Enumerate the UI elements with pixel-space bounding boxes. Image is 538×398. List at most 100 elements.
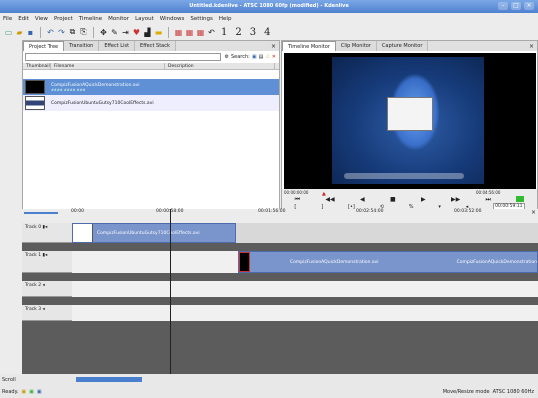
- clip-label-repeat: CompizFusionAQuickDemonstration: [456, 259, 537, 265]
- playhead-line[interactable]: [170, 209, 171, 374]
- desktop-window: [387, 97, 433, 131]
- tab-clip-monitor[interactable]: Clip Monitor: [335, 41, 377, 51]
- clip-label: CompizFusionUbuntuGutsy710CoolEffects.av…: [97, 230, 200, 236]
- edit-clip-icon[interactable]: ▤: [259, 54, 264, 60]
- track-header[interactable]: Track 3 ◂: [22, 305, 72, 321]
- column-headers: Thumbnail Filename Description: [23, 63, 279, 70]
- move-tool-icon[interactable]: ✥: [99, 27, 108, 37]
- monitor-view[interactable]: [284, 53, 536, 190]
- razor-tool-icon[interactable]: ✎: [110, 27, 119, 37]
- tab-project-tree[interactable]: Project Tree: [23, 41, 65, 51]
- scroll-label: Scroll: [2, 376, 16, 383]
- clip-name: CompizFusionUbuntuGutsy710CoolEffects.av…: [51, 100, 154, 106]
- close-timeline-icon[interactable]: ×: [531, 209, 536, 216]
- copy-icon[interactable]: ⧉: [68, 27, 77, 37]
- track-header[interactable]: Track 0 ▮◂: [22, 223, 72, 243]
- window-title: Untitled.kdenlive - ATSC 1080 60fp (modi…: [0, 0, 538, 13]
- layout-1-button[interactable]: 1: [221, 27, 227, 38]
- split-audio-icon[interactable]: ▟: [143, 27, 152, 37]
- close-monitor-icon[interactable]: ×: [529, 43, 534, 50]
- menu-view[interactable]: View: [35, 16, 48, 22]
- monitor-tabs: Timeline Monitor Clip Monitor Capture Mo…: [282, 41, 537, 51]
- minimize-button[interactable]: –: [498, 2, 508, 10]
- track-label: Track 0: [25, 225, 42, 230]
- timeline-tracks: Track 0 ▮◂ CompizFusionUbuntuGutsy710Coo…: [22, 209, 538, 374]
- layout-4-button[interactable]: 4: [264, 27, 270, 38]
- add-clip-icon[interactable]: ▣: [252, 54, 257, 60]
- layout-icon[interactable]: ▦: [174, 27, 183, 37]
- list-item[interactable]: CompizFusionUbuntuGutsy710CoolEffects.av…: [23, 95, 279, 111]
- status-icon-1[interactable]: ▣: [21, 389, 26, 395]
- menu-windows[interactable]: Windows: [160, 16, 185, 22]
- track-label: Track 2: [25, 283, 42, 288]
- timeline-clip[interactable]: CompizFusionUbuntuGutsy710CoolEffects.av…: [72, 223, 236, 243]
- status-bar: Ready. ▣ ▣ ▣ Move/Resize mode ATSC 1080 …: [0, 385, 538, 398]
- undo-icon[interactable]: ↶: [46, 27, 55, 37]
- zoom-slider[interactable]: [24, 212, 58, 214]
- tab-timeline-monitor[interactable]: Timeline Monitor: [282, 41, 336, 51]
- track-label: Track 1: [25, 253, 42, 258]
- menu-timeline[interactable]: Timeline: [79, 16, 102, 22]
- menu-settings[interactable]: Settings: [190, 16, 213, 22]
- layout-3-button[interactable]: 3: [250, 27, 256, 38]
- track-0: Track 0 ▮◂ CompizFusionUbuntuGutsy710Coo…: [22, 223, 538, 243]
- layout-icon-2[interactable]: ▦: [185, 27, 194, 37]
- track-header[interactable]: Track 1 ▮◂: [22, 251, 72, 273]
- redo-icon[interactable]: ↷: [57, 27, 66, 37]
- status-icon-2[interactable]: ▣: [29, 389, 34, 395]
- zoom-icon[interactable]: ↶: [207, 27, 216, 37]
- status-icon-3[interactable]: ▣: [37, 389, 42, 395]
- save-icon[interactable]: ▪: [26, 27, 35, 37]
- timeline-scroll[interactable]: Scroll: [0, 374, 538, 385]
- folder-icon[interactable]: ♧: [265, 54, 269, 60]
- tab-effect-stack[interactable]: Effect Stack: [135, 41, 176, 51]
- layout-icon-3[interactable]: ▦: [196, 27, 205, 37]
- list-item[interactable]: CompizFusionAQuickDemonstration.avi ####…: [23, 79, 279, 95]
- clip-thumbnail: [25, 80, 45, 94]
- menu-layout[interactable]: Layout: [135, 16, 154, 22]
- spacer-tool-icon[interactable]: ⇥: [121, 27, 130, 37]
- menu-help[interactable]: Help: [219, 16, 232, 22]
- close-panel-icon[interactable]: ×: [271, 43, 276, 50]
- tab-capture-monitor[interactable]: Capture Monitor: [376, 41, 429, 51]
- timeline-clip[interactable]: CompizFusionAQuickDemonstration.avi Comp…: [238, 251, 538, 273]
- timeline-ruler[interactable]: 00:00 00:00:58:00 00:01:56:00 00:02:54:0…: [22, 209, 538, 223]
- kdenlive-window: Untitled.kdenlive - ATSC 1080 60fp (modi…: [0, 0, 538, 398]
- project-tree-panel: Project Tree Transition Effect List Effe…: [22, 40, 280, 210]
- new-icon[interactable]: ▭: [4, 27, 13, 37]
- col-description[interactable]: Description: [165, 63, 275, 69]
- track-body[interactable]: [72, 305, 538, 321]
- main-toolbar: ▭ ▰ ▪ ↶ ↷ ⧉ ⎘ ✥ ✎ ⇥ ♥ ▟ ▬ ▦ ▦ ▦ ↶ 1 2 3 …: [0, 24, 538, 40]
- video-frame: [332, 57, 484, 184]
- track-body[interactable]: CompizFusionAQuickDemonstration.avi Comp…: [72, 251, 538, 273]
- track-3: Track 3 ◂: [22, 305, 538, 321]
- close-window-button[interactable]: ×: [524, 2, 534, 10]
- status-mode: Move/Resize mode: [442, 388, 490, 395]
- delete-icon[interactable]: ✕: [272, 54, 276, 60]
- paste-icon[interactable]: ⎘: [79, 27, 88, 37]
- clip-subtext: #### #### ###: [51, 87, 86, 92]
- filter-input[interactable]: [25, 53, 221, 61]
- layout-2-button[interactable]: 2: [235, 27, 241, 38]
- col-filename[interactable]: Filename: [51, 63, 165, 69]
- menu-project[interactable]: Project: [54, 16, 73, 22]
- col-thumbnail[interactable]: Thumbnail: [23, 63, 51, 69]
- track-body[interactable]: CompizFusionUbuntuGutsy710CoolEffects.av…: [72, 223, 538, 243]
- tab-effect-list[interactable]: Effect List: [99, 41, 136, 51]
- menu-bar: File Edit View Project Timeline Monitor …: [0, 13, 538, 24]
- tab-transition[interactable]: Transition: [64, 41, 100, 51]
- scroll-handle[interactable]: [76, 377, 142, 382]
- clip-label: CompizFusionAQuickDemonstration.avi: [290, 259, 379, 265]
- track-body[interactable]: [72, 281, 538, 297]
- menu-monitor[interactable]: Monitor: [108, 16, 129, 22]
- clip-thumbnail: [73, 224, 93, 242]
- menu-edit[interactable]: Edit: [18, 16, 29, 22]
- status-ready: Ready.: [2, 388, 19, 395]
- snap-icon[interactable]: ♥: [132, 27, 141, 37]
- menu-file[interactable]: File: [3, 16, 12, 22]
- ruler-tick: 00:00: [71, 209, 84, 214]
- open-icon[interactable]: ▰: [15, 27, 24, 37]
- maximize-button[interactable]: □: [511, 2, 521, 10]
- track-header[interactable]: Track 2 ◂: [22, 281, 72, 297]
- monitor-toggle-icon[interactable]: ▬: [154, 27, 163, 37]
